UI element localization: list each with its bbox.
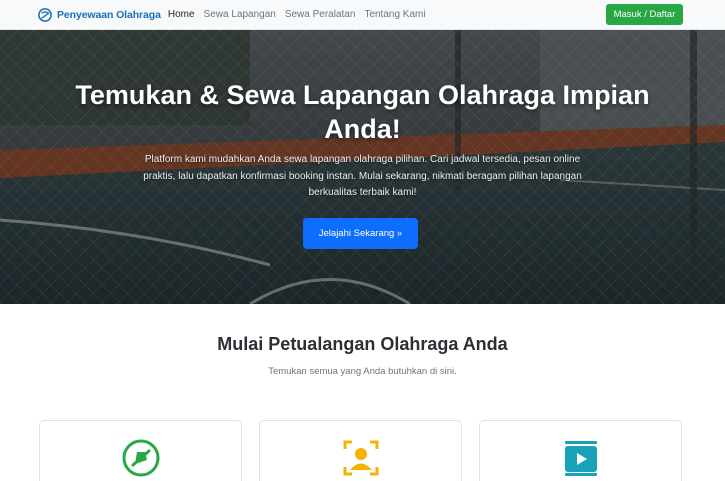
section-subtitle: Temukan semua yang Anda butuhkan di sini… xyxy=(268,366,457,377)
navbar: Penyewaan Olahraga Home Sewa Lapangan Se… xyxy=(0,0,725,30)
user-profile-icon xyxy=(343,440,379,476)
hero-description: Platform kami mudahkan Anda sewa lapanga… xyxy=(143,154,582,198)
hero-content: Temukan & Sewa Lapangan Olahraga Impian … xyxy=(0,30,725,304)
login-register-button[interactable]: Masuk / Daftar xyxy=(606,4,683,25)
feature-card-video[interactable] xyxy=(479,420,682,481)
video-play-icon xyxy=(565,441,597,476)
brand-name: Penyewaan Olahraga xyxy=(57,8,161,21)
brand-link[interactable]: Penyewaan Olahraga xyxy=(38,7,161,22)
nav-home[interactable]: Home xyxy=(168,9,195,20)
hero-section: Temukan & Sewa Lapangan Olahraga Impian … xyxy=(0,30,725,304)
nav-sewa-lapangan[interactable]: Sewa Lapangan xyxy=(204,9,276,20)
sports-field-icon xyxy=(122,439,160,477)
feature-card-lapangan[interactable] xyxy=(39,420,242,481)
brand-logo-icon xyxy=(38,7,52,22)
nav-sewa-peralatan[interactable]: Sewa Peralatan xyxy=(285,9,356,20)
feature-card-profile[interactable] xyxy=(259,420,462,481)
explore-now-button[interactable]: Jelajahi Sekarang » xyxy=(303,218,418,249)
hero-title: Temukan & Sewa Lapangan Olahraga Impian … xyxy=(75,80,650,144)
nav-tentang-kami[interactable]: Tentang Kami xyxy=(364,9,425,20)
section-title: Mulai Petualangan Olahraga Anda xyxy=(217,334,508,354)
